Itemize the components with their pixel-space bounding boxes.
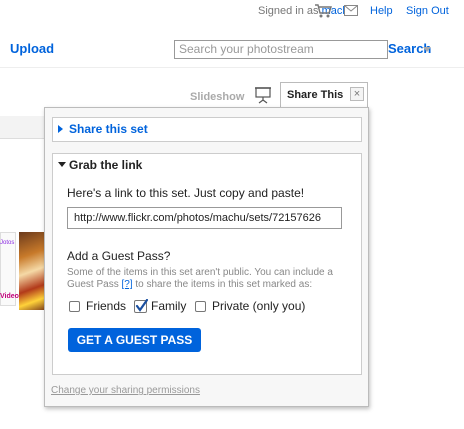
upload-link[interactable]: Upload bbox=[10, 41, 54, 56]
background-photo[interactable] bbox=[19, 232, 47, 310]
collapse-arrow-icon[interactable] bbox=[58, 162, 66, 167]
header-divider bbox=[0, 67, 464, 68]
expand-arrow-icon[interactable] bbox=[58, 125, 63, 133]
private-label[interactable]: Private (only you) bbox=[212, 299, 305, 313]
copy-instructions: Here's a link to this set. Just copy and… bbox=[67, 186, 305, 200]
change-sharing-permissions-link[interactable]: Change your sharing permissions bbox=[51, 385, 200, 396]
tab-share-this-label: Share This bbox=[287, 89, 344, 101]
family-label[interactable]: Family bbox=[151, 299, 186, 313]
close-icon[interactable]: × bbox=[350, 87, 364, 101]
search-input[interactable]: Search your photostream bbox=[174, 40, 388, 59]
help-link[interactable]: Help bbox=[370, 5, 393, 17]
get-guest-pass-button[interactable]: GET A GUEST PASS bbox=[68, 328, 201, 352]
mail-icon[interactable] bbox=[344, 5, 358, 16]
share-this-set-toggle[interactable]: Share this set bbox=[69, 122, 148, 136]
cart-icon[interactable] bbox=[314, 3, 332, 19]
background-strip bbox=[0, 116, 46, 139]
checkmark-icon bbox=[135, 299, 148, 312]
grab-link-toggle[interactable]: Grab the link bbox=[69, 158, 142, 172]
friends-label[interactable]: Friends bbox=[86, 299, 126, 313]
guest-pass-question: Add a Guest Pass? bbox=[67, 249, 171, 263]
set-link-field[interactable] bbox=[67, 207, 342, 229]
family-checkbox[interactable] bbox=[134, 299, 148, 313]
sign-out-link[interactable]: Sign Out bbox=[406, 5, 449, 17]
guest-pass-help-link[interactable]: [?] bbox=[121, 279, 132, 290]
search-dropdown-icon[interactable] bbox=[423, 47, 431, 52]
signed-in-text: Signed in as machu. bbox=[258, 5, 358, 17]
guest-pass-description: Some of the items in this set aren't pub… bbox=[67, 267, 333, 290]
private-checkbox[interactable] bbox=[195, 301, 206, 312]
friends-checkbox[interactable] bbox=[69, 301, 80, 312]
tab-slideshow[interactable]: Slideshow bbox=[190, 91, 244, 103]
slideshow-icon[interactable] bbox=[254, 86, 272, 104]
background-link[interactable]: Jotos bbox=[0, 240, 14, 246]
